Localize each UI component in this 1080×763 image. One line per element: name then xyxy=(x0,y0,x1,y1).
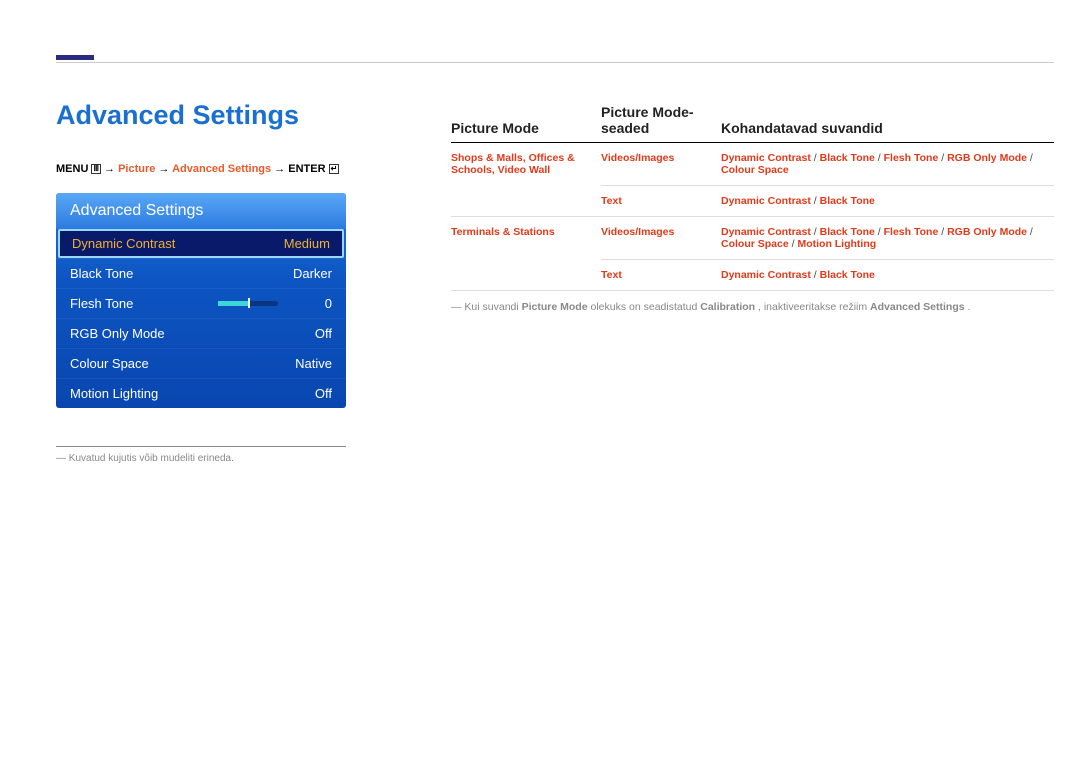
th-picture-mode: Picture Mode xyxy=(451,100,601,143)
osd-row-value: Off xyxy=(288,386,332,401)
option-name: Black Tone xyxy=(820,269,875,281)
option-name: RGB Only Mode xyxy=(947,152,1027,164)
arrow-icon: → xyxy=(274,163,285,175)
option-name: Flesh Tone xyxy=(884,226,939,238)
cell-picture-mode: Terminals & Stations xyxy=(451,217,601,291)
osd-row-label: Black Tone xyxy=(70,266,133,281)
cell-seaded: Text xyxy=(601,260,721,291)
cell-options: Dynamic Contrast / Black Tone / Flesh To… xyxy=(721,143,1054,186)
note-text: . xyxy=(968,301,971,313)
osd-row-label: RGB Only Mode xyxy=(70,326,165,341)
osd-row-label: Dynamic Contrast xyxy=(72,236,175,251)
th-picture-mode-seaded: Picture Mode-seaded xyxy=(601,100,721,143)
option-name: Black Tone xyxy=(820,152,875,164)
option-name: Motion Lighting xyxy=(797,238,876,250)
cell-options: Dynamic Contrast / Black Tone / Flesh To… xyxy=(721,217,1054,260)
options-table: Picture Mode Picture Mode-seaded Kohanda… xyxy=(451,100,1054,291)
breadcrumb-menu: MENU xyxy=(56,163,88,175)
separator: / xyxy=(811,195,820,207)
osd-row-value: Native xyxy=(288,356,332,371)
note-dash: ― xyxy=(451,301,464,313)
cell-picture-mode: Shops & Malls, Offices & Schools, Video … xyxy=(451,143,601,217)
enter-icon: ↵ xyxy=(329,164,340,174)
breadcrumb: MENU Ⅲ → Picture → Advanced Settings → E… xyxy=(56,163,426,175)
osd-row-colour-space[interactable]: Colour Space Native xyxy=(56,348,346,378)
note-bold: Advanced Settings xyxy=(870,301,965,313)
breadcrumb-picture: Picture xyxy=(118,163,155,175)
page-title: Advanced Settings xyxy=(56,100,426,131)
option-name: RGB Only Mode xyxy=(947,226,1027,238)
separator: / xyxy=(938,152,947,164)
osd-row-label: Flesh Tone xyxy=(70,296,133,311)
cell-seaded: Text xyxy=(601,186,721,217)
option-name: Colour Space xyxy=(721,164,789,176)
option-name: Colour Space xyxy=(721,238,789,250)
option-name: Black Tone xyxy=(820,226,875,238)
separator: / xyxy=(1027,226,1033,238)
separator: / xyxy=(811,269,820,281)
separator: / xyxy=(875,226,884,238)
note-text: Kui suvandi xyxy=(464,301,521,313)
osd-row-value: 0 xyxy=(288,296,332,311)
option-name: Black Tone xyxy=(820,195,875,207)
footnote-text: Kuvatud kujutis võib mudeliti erineda. xyxy=(69,453,234,464)
table-row: Shops & Malls, Offices & Schools, Video … xyxy=(451,143,1054,186)
cell-seaded: Videos/Images xyxy=(601,217,721,260)
slider[interactable] xyxy=(218,301,278,306)
footnote-right: ― Kui suvandi Picture Mode olekuks on se… xyxy=(451,291,1054,313)
footnote-dash: ― xyxy=(56,453,69,464)
th-kohandatavad: Kohandatavad suvandid xyxy=(721,100,1054,143)
separator: / xyxy=(938,226,947,238)
option-name: Dynamic Contrast xyxy=(721,152,811,164)
note-bold: Calibration xyxy=(700,301,755,313)
osd-row-value: Darker xyxy=(288,266,332,281)
breadcrumb-adv: Advanced Settings xyxy=(172,163,271,175)
osd-row-dynamic-contrast[interactable]: Dynamic Contrast Medium xyxy=(58,229,344,258)
separator: / xyxy=(875,152,884,164)
arrow-icon: → xyxy=(158,163,169,175)
accent-bar xyxy=(56,55,94,60)
note-text: , inaktiveeritakse režiim xyxy=(758,301,870,313)
table-row: Terminals & StationsVideos/ImagesDynamic… xyxy=(451,217,1054,260)
footnote-left: ― Kuvatud kujutis võib mudeliti erineda. xyxy=(56,446,346,464)
separator: / xyxy=(811,226,820,238)
cell-options: Dynamic Contrast / Black Tone xyxy=(721,186,1054,217)
table-header-row: Picture Mode Picture Mode-seaded Kohanda… xyxy=(451,100,1054,143)
top-divider xyxy=(56,62,1054,63)
osd-header: Advanced Settings xyxy=(56,193,346,229)
osd-row-label: Motion Lighting xyxy=(70,386,158,401)
option-name: Dynamic Contrast xyxy=(721,195,811,207)
osd-row-label: Colour Space xyxy=(70,356,149,371)
osd-panel: Advanced Settings Dynamic Contrast Medium… xyxy=(56,193,346,408)
note-bold: Picture Mode xyxy=(522,301,588,313)
osd-row-black-tone[interactable]: Black Tone Darker xyxy=(56,258,346,288)
arrow-icon: → xyxy=(104,163,115,175)
osd-row-value: Off xyxy=(288,326,332,341)
cell-options: Dynamic Contrast / Black Tone xyxy=(721,260,1054,291)
breadcrumb-enter: ENTER xyxy=(288,163,325,175)
menu-icon: Ⅲ xyxy=(91,164,101,174)
osd-row-rgb-only-mode[interactable]: RGB Only Mode Off xyxy=(56,318,346,348)
cell-seaded: Videos/Images xyxy=(601,143,721,186)
option-name: Flesh Tone xyxy=(884,152,939,164)
osd-row-value: Medium xyxy=(284,236,330,251)
option-name: Dynamic Contrast xyxy=(721,269,811,281)
osd-row-flesh-tone[interactable]: Flesh Tone 0 xyxy=(56,288,346,318)
option-name: Dynamic Contrast xyxy=(721,226,811,238)
separator: / xyxy=(811,152,820,164)
osd-row-motion-lighting[interactable]: Motion Lighting Off xyxy=(56,378,346,408)
separator: / xyxy=(1027,152,1033,164)
note-text: olekuks on seadistatud xyxy=(590,301,700,313)
